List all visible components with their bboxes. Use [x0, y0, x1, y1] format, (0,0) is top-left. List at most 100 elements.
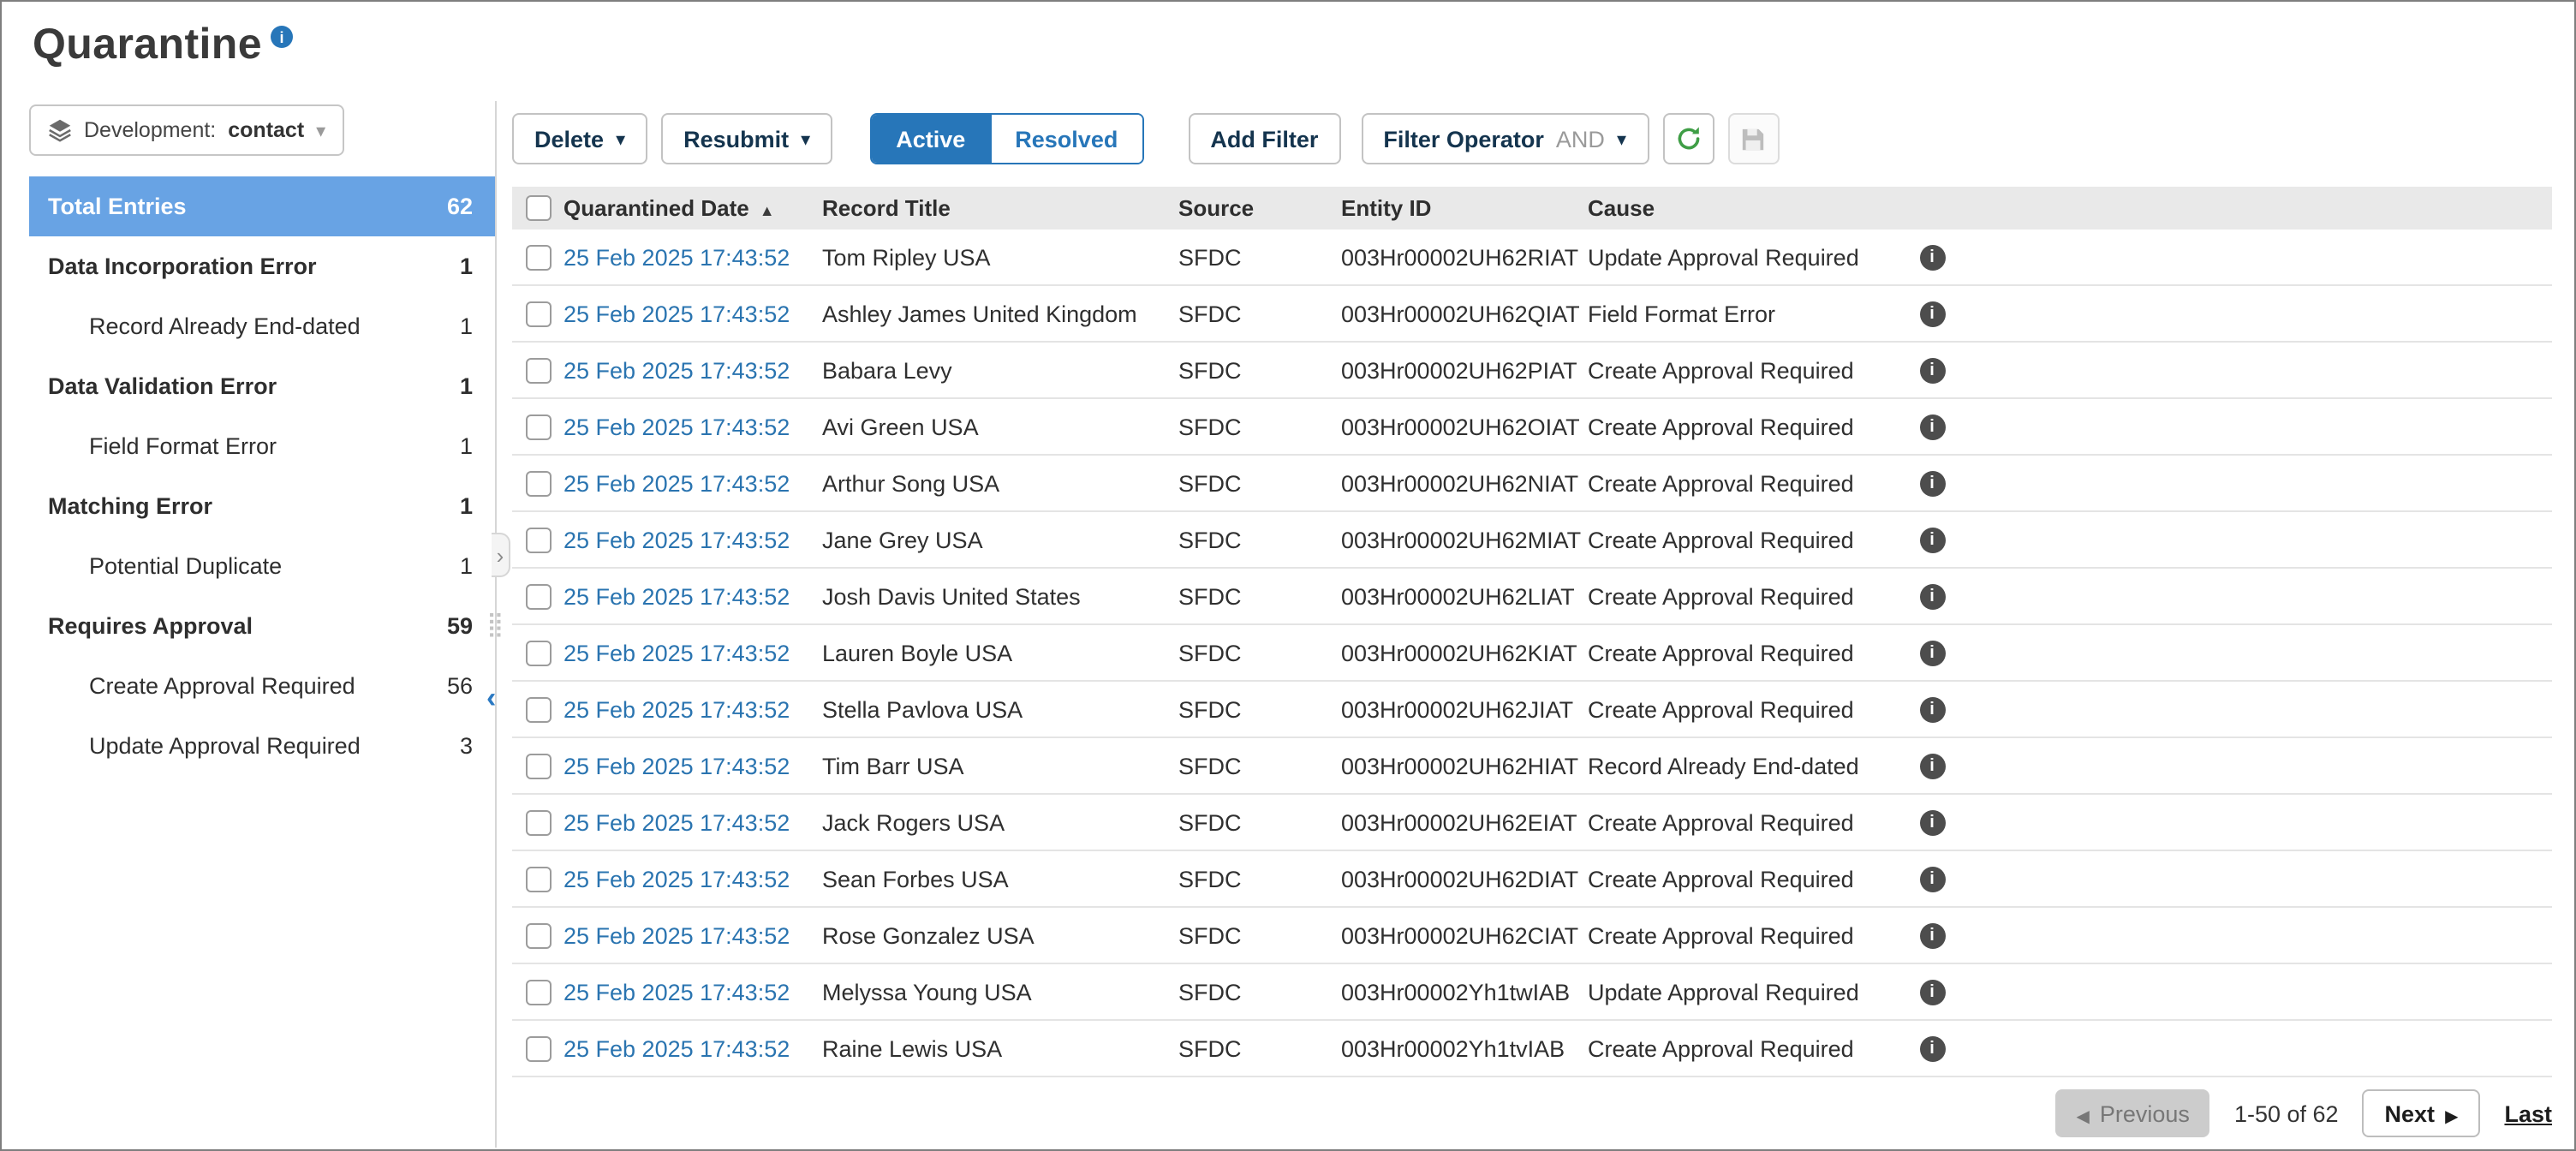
splitter-grip-handle[interactable]	[486, 611, 504, 635]
row-cause: Create Approval Required	[1588, 922, 1906, 948]
add-filter-button[interactable]: Add Filter	[1188, 113, 1340, 164]
row-checkbox[interactable]	[525, 640, 551, 665]
row-checkbox[interactable]	[525, 301, 551, 326]
column-header-record-title[interactable]: Record Title	[822, 195, 1178, 221]
save-button[interactable]	[1727, 113, 1779, 164]
row-checkbox[interactable]	[525, 866, 551, 892]
column-header-source[interactable]: Source	[1178, 195, 1341, 221]
row-cause: Create Approval Required	[1588, 1035, 1906, 1061]
row-checkbox[interactable]	[525, 527, 551, 552]
row-checkbox[interactable]	[525, 753, 551, 778]
row-info-icon[interactable]	[1919, 979, 1945, 1005]
sidebar-item-potential-duplicate[interactable]: Potential Duplicate 1	[29, 536, 495, 596]
row-date-link[interactable]: 25 Feb 2025 17:43:52	[564, 640, 790, 665]
row-checkbox[interactable]	[525, 357, 551, 383]
row-date-link[interactable]: 25 Feb 2025 17:43:52	[564, 301, 790, 326]
delete-button[interactable]: Delete	[512, 113, 647, 164]
tab-resolved[interactable]: Resolved	[989, 115, 1142, 163]
column-header-quarantined-date[interactable]: Quarantined Date	[564, 195, 822, 221]
refresh-button[interactable]	[1662, 113, 1714, 164]
sidebar-item-label: Field Format Error	[89, 433, 277, 459]
sidebar-item-label: Matching Error	[48, 493, 212, 519]
sidebar-item-data-validation-error[interactable]: Data Validation Error 1	[29, 356, 495, 416]
row-date-link[interactable]: 25 Feb 2025 17:43:52	[564, 979, 790, 1005]
sidebar-item-create-approval-required[interactable]: Create Approval Required 56	[29, 656, 495, 716]
row-date-link[interactable]: 25 Feb 2025 17:43:52	[564, 753, 790, 778]
row-info-icon[interactable]	[1919, 527, 1945, 552]
tenant-dropdown[interactable]: Development: contact	[29, 104, 344, 156]
sidebar-item-record-already-end-dated[interactable]: Record Already End-dated 1	[29, 296, 495, 356]
row-date-link[interactable]: 25 Feb 2025 17:43:52	[564, 414, 790, 439]
row-checkbox[interactable]	[525, 414, 551, 439]
row-info-icon[interactable]	[1919, 640, 1945, 665]
row-date-link[interactable]: 25 Feb 2025 17:43:52	[564, 696, 790, 722]
next-button[interactable]: Next	[2363, 1089, 2481, 1137]
row-checkbox[interactable]	[525, 809, 551, 835]
row-info-icon[interactable]	[1919, 301, 1945, 326]
previous-button[interactable]: Previous	[2055, 1089, 2209, 1137]
sidebar-item-matching-error[interactable]: Matching Error 1	[29, 476, 495, 536]
sidebar-item-total-entries[interactable]: Total Entries 62	[29, 176, 495, 236]
row-cause: Create Approval Required	[1588, 640, 1906, 665]
row-info-icon[interactable]	[1919, 244, 1945, 270]
row-checkbox[interactable]	[525, 979, 551, 1005]
chevron-down-icon	[316, 119, 325, 141]
row-info-icon[interactable]	[1919, 357, 1945, 383]
row-date-link[interactable]: 25 Feb 2025 17:43:52	[564, 583, 790, 609]
row-cause: Create Approval Required	[1588, 470, 1906, 496]
sidebar-item-count: 1	[460, 553, 473, 579]
row-checkbox[interactable]	[525, 1035, 551, 1061]
row-info-icon[interactable]	[1919, 809, 1945, 835]
column-header-entity-id[interactable]: Entity ID	[1341, 195, 1588, 221]
row-checkbox[interactable]	[525, 583, 551, 609]
select-all-checkbox[interactable]	[525, 195, 551, 221]
row-entity-id: 003Hr00002UH62HIAT	[1341, 753, 1588, 778]
resubmit-button[interactable]: Resubmit	[661, 113, 832, 164]
row-source: SFDC	[1178, 1035, 1341, 1061]
row-source: SFDC	[1178, 244, 1341, 270]
table-row: 25 Feb 2025 17:43:52 Arthur Song USA SFD…	[512, 456, 2552, 512]
toolbar: Delete Resubmit Active Resolved Add Filt…	[512, 111, 2552, 166]
row-date-link[interactable]: 25 Feb 2025 17:43:52	[564, 1035, 790, 1061]
tab-active[interactable]: Active	[872, 115, 989, 163]
row-checkbox[interactable]	[525, 244, 551, 270]
column-header-cause[interactable]: Cause	[1588, 195, 1906, 221]
row-cause: Create Approval Required	[1588, 357, 1906, 383]
page-info-icon[interactable]	[271, 26, 293, 48]
row-checkbox[interactable]	[525, 922, 551, 948]
splitter-collapse-icon[interactable]	[486, 683, 496, 713]
row-info-icon[interactable]	[1919, 470, 1945, 496]
row-info-icon[interactable]	[1919, 583, 1945, 609]
row-info-icon[interactable]	[1919, 866, 1945, 892]
row-info-icon[interactable]	[1919, 414, 1945, 439]
sidebar-item-update-approval-required[interactable]: Update Approval Required 3	[29, 716, 495, 776]
row-info-icon[interactable]	[1919, 922, 1945, 948]
row-checkbox[interactable]	[525, 696, 551, 722]
row-date-link[interactable]: 25 Feb 2025 17:43:52	[564, 527, 790, 552]
sidebar-item-field-format-error[interactable]: Field Format Error 1	[29, 416, 495, 476]
row-date-link[interactable]: 25 Feb 2025 17:43:52	[564, 809, 790, 835]
row-date-link[interactable]: 25 Feb 2025 17:43:52	[564, 357, 790, 383]
sidebar-item-data-incorporation-error[interactable]: Data Incorporation Error 1	[29, 236, 495, 296]
row-source: SFDC	[1178, 527, 1341, 552]
row-info-icon[interactable]	[1919, 696, 1945, 722]
row-info-icon[interactable]	[1919, 753, 1945, 778]
row-date-link[interactable]: 25 Feb 2025 17:43:52	[564, 922, 790, 948]
last-page-link[interactable]: Last	[2504, 1100, 2552, 1126]
row-date-link[interactable]: 25 Feb 2025 17:43:52	[564, 866, 790, 892]
row-checkbox[interactable]	[525, 470, 551, 496]
row-checkbox-cell	[512, 922, 564, 948]
row-record-title: Melyssa Young USA	[822, 979, 1178, 1005]
row-date-link[interactable]: 25 Feb 2025 17:43:52	[564, 244, 790, 270]
row-entity-id: 003Hr00002Yh1twIAB	[1341, 979, 1588, 1005]
resubmit-button-label: Resubmit	[683, 126, 789, 152]
table-row: 25 Feb 2025 17:43:52 Jack Rogers USA SFD…	[512, 795, 2552, 851]
row-date-link[interactable]: 25 Feb 2025 17:43:52	[564, 470, 790, 496]
row-info-icon[interactable]	[1919, 1035, 1945, 1061]
table-row: 25 Feb 2025 17:43:52 Raine Lewis USA SFD…	[512, 1021, 2552, 1077]
row-record-title: Rose Gonzalez USA	[822, 922, 1178, 948]
sidebar-item-label: Record Already End-dated	[89, 313, 361, 339]
splitter-expand-icon[interactable]	[492, 533, 510, 577]
filter-operator-dropdown[interactable]: Filter Operator AND	[1361, 113, 1649, 164]
sidebar-item-requires-approval[interactable]: Requires Approval 59	[29, 596, 495, 656]
